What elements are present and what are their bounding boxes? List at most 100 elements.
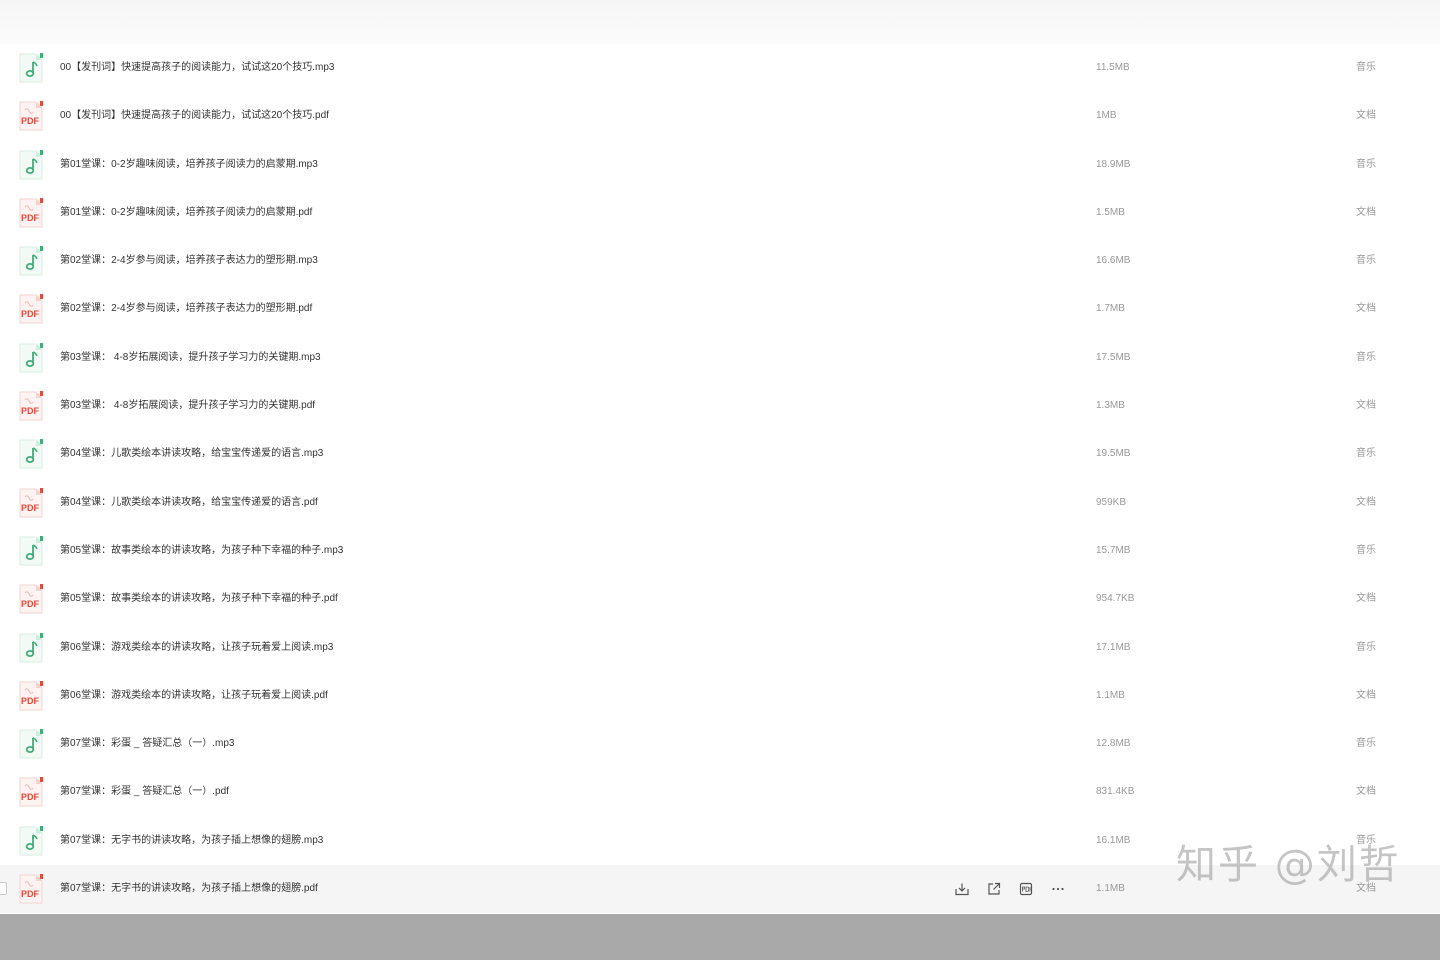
music-note-icon [18,439,44,469]
pdf-icon-label: PDF [21,309,39,320]
pdf-file-icon: PDF [18,777,44,807]
pdf-icon-label: PDF [21,792,39,803]
file-name[interactable]: 第03堂课： 4-8岁拓展阅读，提升孩子学习力的关键期.pdf [60,382,315,430]
file-type: 文档 [1356,786,1376,798]
file-row[interactable]: PDF 第05堂课：故事类绘本的讲读攻略，为孩子种下幸福的种子.pdf 954.7K… [0,575,1440,623]
pdf-file-icon: PDF [18,680,44,711]
file-name[interactable]: 第03堂课： 4-8岁拓展阅读，提升孩子学习力的关键期.mp3 [60,334,321,382]
file-size: 1.7MB [1096,303,1125,315]
share-icon[interactable] [984,879,1004,899]
file-size: 831.4KB [1096,786,1135,798]
file-type: 文档 [1356,206,1376,218]
top-toolbar [0,0,1440,44]
file-size: 1MB [1096,110,1117,122]
file-size: 17.5MB [1096,351,1131,363]
file-size: 18.9MB [1096,158,1131,170]
file-type: 文档 [1356,689,1376,701]
pdf-icon-label: PDF [21,212,39,223]
music-note-icon [18,729,44,759]
file-type: 文档 [1356,593,1376,605]
music-note-icon [18,342,44,373]
file-name[interactable]: 00【发刊词】快速提高孩子的阅读能力，试试这20个技巧.mp3 [60,44,334,92]
download-icon[interactable] [952,879,972,899]
file-type: 文档 [1356,110,1376,122]
file-name[interactable]: 第07堂课：彩蛋 _ 答疑汇总（一）.mp3 [60,720,234,768]
music-note-icon [18,825,44,856]
file-name[interactable]: 第05堂课：故事类绘本的讲读攻略，为孩子种下幸福的种子.pdf [60,575,338,623]
watermark: 知乎 @刘哲 [1176,842,1401,888]
file-row[interactable]: 第05堂课：故事类绘本的讲读攻略，为孩子种下幸福的种子.mp3 15.7MB 音乐 [0,527,1440,575]
pdf-file-icon: PDF [18,197,44,228]
pdf-file-icon: PDF [18,101,44,131]
file-size: 19.5MB [1096,448,1131,460]
file-size: 1.3MB [1096,400,1125,412]
file-type: 音乐 [1356,62,1376,73]
music-note-icon [18,53,44,83]
file-row[interactable]: 第01堂课：0-2岁趣味阅读，培养孩子阅读力的启蒙期.mp3 18.9MB 音乐 [0,141,1440,189]
file-size: 1.1MB [1096,689,1125,701]
file-row[interactable]: 第04堂课：儿歌类绘本讲读攻略，给宝宝传递爱的语言.mp3 19.5MB 音乐 [0,430,1440,478]
file-name[interactable]: 第05堂课：故事类绘本的讲读攻略，为孩子种下幸福的种子.mp3 [60,527,343,575]
file-size: 16.6MB [1096,255,1131,267]
file-row[interactable]: PDF 第01堂课：0-2岁趣味阅读，培养孩子阅读力的启蒙期.pdf 1.5MB 文档 [0,189,1440,237]
file-name[interactable]: 00【发刊词】快速提高孩子的阅读能力，试试这20个技巧.pdf [60,92,329,140]
row-actions [952,879,1068,899]
file-row[interactable]: PDF 第07堂课：彩蛋 _ 答疑汇总（一）.pdf 831.4KB 文档 [0,768,1440,816]
file-type: 文档 [1356,400,1376,412]
file-row[interactable]: PDF 第03堂课： 4-8岁拓展阅读，提升孩子学习力的关键期.pdf 1.3MB 文… [0,382,1440,430]
pdf-file-icon: PDF [18,584,44,614]
file-row[interactable]: 第02堂课：2-4岁参与阅读，培养孩子表达力的塑形期.mp3 16.6MB 音乐 [0,237,1440,285]
file-type: 音乐 [1356,738,1376,750]
file-row[interactable]: PDF 第04堂课：儿歌类绘本讲读攻略，给宝宝传递爱的语言.pdf 959KB 文档 [0,479,1440,527]
more-icon[interactable] [1048,879,1068,899]
file-row[interactable]: 第03堂课： 4-8岁拓展阅读，提升孩子学习力的关键期.mp3 17.5MB 音乐 [0,334,1440,382]
pdf-icon-label: PDF [21,695,39,706]
file-name[interactable]: 第06堂课：游戏类绘本的讲读攻略，让孩子玩着爱上阅读.pdf [60,672,328,720]
file-size: 1.5MB [1096,206,1125,218]
file-list: 00【发刊词】快速提高孩子的阅读能力，试试这20个技巧.mp3 11.5MB 音乐 P… [0,44,1440,914]
file-row[interactable]: 第07堂课：彩蛋 _ 答疑汇总（一）.mp3 12.8MB 音乐 [0,720,1440,768]
music-note-icon [18,149,44,180]
file-size: 1.1MB [1096,883,1125,895]
file-type: 音乐 [1356,448,1376,460]
file-size: 959KB [1096,496,1127,508]
file-size: 15.7MB [1096,544,1131,556]
file-name[interactable]: 第01堂课：0-2岁趣味阅读，培养孩子阅读力的启蒙期.pdf [60,189,312,237]
file-name[interactable]: 第04堂课：儿歌类绘本讲读攻略，给宝宝传递爱的语言.pdf [60,479,318,527]
file-type: 音乐 [1356,255,1376,267]
music-note-icon [18,632,44,663]
pdf-preview-icon[interactable] [1016,879,1036,899]
file-size: 954.7KB [1096,593,1135,605]
file-name[interactable]: 第07堂课：彩蛋 _ 答疑汇总（一）.pdf [60,768,229,816]
music-note-icon [18,246,44,276]
file-type: 音乐 [1356,158,1376,170]
file-type: 音乐 [1356,544,1376,556]
file-name[interactable]: 第07堂课：无字书的讲读攻略，为孩子插上想像的翅膀.mp3 [60,817,323,865]
file-size: 12.8MB [1096,738,1131,750]
file-type: 文档 [1356,303,1376,315]
pdf-icon-label: PDF [21,889,39,900]
file-name[interactable]: 第02堂课：2-4岁参与阅读，培养孩子表达力的塑形期.mp3 [60,237,318,285]
file-name[interactable]: 第01堂课：0-2岁趣味阅读，培养孩子阅读力的启蒙期.mp3 [60,141,318,189]
file-row[interactable]: 00【发刊词】快速提高孩子的阅读能力，试试这20个技巧.mp3 11.5MB 音乐 [0,44,1440,92]
file-name[interactable]: 第06堂课：游戏类绘本的讲读攻略，让孩子玩着爱上阅读.mp3 [60,624,333,672]
file-name[interactable]: 第07堂课：无字书的讲读攻略，为孩子插上想像的翅膀.pdf [60,865,318,913]
file-row[interactable]: PDF 00【发刊词】快速提高孩子的阅读能力，试试这20个技巧.pdf 1MB 文档 [0,92,1440,140]
pdf-icon-label: PDF [21,116,39,127]
pdf-file-icon: PDF [18,391,44,421]
file-name[interactable]: 第04堂课：儿歌类绘本讲读攻略，给宝宝传递爱的语言.mp3 [60,430,323,478]
row-checkbox[interactable] [0,882,7,896]
file-row[interactable]: PDF 第06堂课：游戏类绘本的讲读攻略，让孩子玩着爱上阅读.pdf 1.1MB 文档 [0,672,1440,720]
pdf-file-icon: PDF [18,294,44,324]
pdf-icon-label: PDF [21,502,39,513]
file-type: 文档 [1356,496,1376,508]
file-row[interactable]: 第06堂课：游戏类绘本的讲读攻略，让孩子玩着爱上阅读.mp3 17.1MB 音乐 [0,624,1440,672]
pdf-file-icon: PDF [18,487,44,518]
pdf-icon-label: PDF [21,599,39,610]
file-row[interactable]: PDF 第02堂课：2-4岁参与阅读，培养孩子表达力的塑形期.pdf 1.7MB 文档 [0,285,1440,333]
bottom-bar [0,914,1440,960]
file-name[interactable]: 第02堂课：2-4岁参与阅读，培养孩子表达力的塑形期.pdf [60,285,312,333]
file-type: 音乐 [1356,641,1376,653]
pdf-icon-label: PDF [21,406,39,417]
music-note-icon [18,535,44,566]
